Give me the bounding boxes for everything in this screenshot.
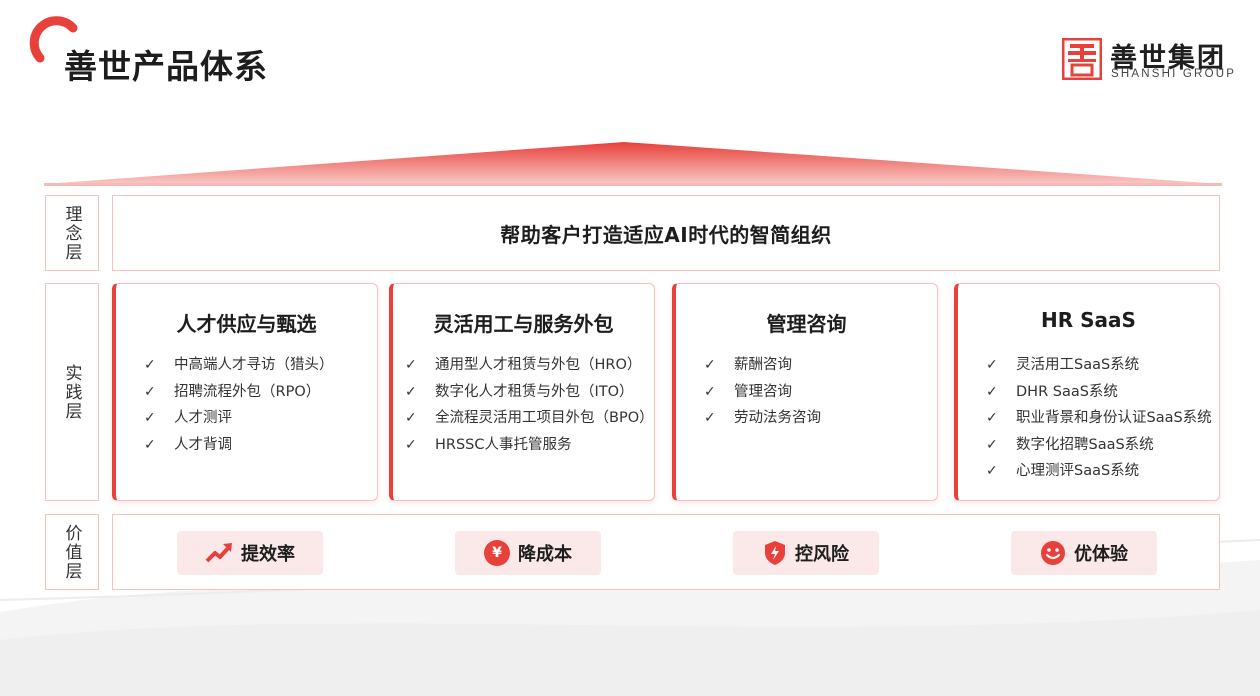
brand-logo: 善世集团 SHANSHI GROUP [1062, 38, 1242, 84]
concept-layer-label: 理念层 [45, 195, 99, 271]
card-list: ✓ 通用型人才租赁与外包（HRO） ✓ 数字化人才租赁与外包（ITO） ✓ 全流程灵活… [405, 352, 654, 458]
list-item-text: 心理测评SaaS系统 [1016, 463, 1140, 479]
card-flexible-staffing: 灵活用工与服务外包 ✓ 通用型人才租赁与外包（HRO） ✓ 数字化人才租赁与外包（I… [389, 283, 655, 501]
value-layer-label: 价值层 [45, 514, 99, 590]
list-item: ✓ 人才背调 [144, 432, 334, 459]
list-item-text: 通用型人才租赁与外包（HRO） [435, 357, 642, 373]
list-item: ✓ 人才测评 [144, 405, 334, 432]
check-icon: ✓ [704, 357, 716, 373]
concept-layer-text: 理念层 [61, 204, 82, 262]
card-title: 管理咨询 [766, 312, 847, 336]
value-cost: ¥ 降成本 [455, 531, 601, 575]
concept-text: 帮助客户打造适应AI时代的智简组织 [500, 222, 832, 247]
check-icon: ✓ [405, 383, 417, 400]
value-layer-text: 价值层 [61, 523, 82, 581]
trend-up-icon [205, 543, 232, 563]
practice-layer-label: 实践层 [45, 283, 99, 501]
list-item: ✓ 管理咨询 [704, 379, 821, 406]
list-item: ✓ 全流程灵活用工项目外包（BPO） [405, 405, 654, 432]
list-item-text: 数字化招聘SaaS系统 [1016, 436, 1154, 453]
check-icon: ✓ [986, 436, 998, 453]
roof-shape [44, 142, 1222, 186]
list-item: ✓ 招聘流程外包（RPO） [144, 379, 334, 406]
value-label: 降成本 [518, 544, 572, 565]
list-item: ✓ 中高端人才寻访（猎头） [144, 352, 334, 379]
value-label: 提效率 [241, 544, 295, 565]
shield-bolt-icon [765, 541, 785, 565]
practice-layer-text: 实践层 [61, 363, 82, 421]
card-title: 灵活用工与服务外包 [433, 312, 614, 336]
list-item-text: 中高端人才寻访（猎头） [174, 357, 334, 373]
card-list: ✓ 灵活用工SaaS系统 ✓ DHR SaaS系统 ✓ 职业背景和身份认证SaaS系统… [986, 352, 1212, 485]
check-icon: ✓ [986, 410, 998, 426]
list-item: ✓ 通用型人才租赁与外包（HRO） [405, 352, 654, 379]
brand-mark-icon [1062, 38, 1102, 80]
check-icon: ✓ [144, 410, 156, 426]
yen-icon: ¥ [484, 540, 510, 566]
value-efficiency: 提效率 [177, 531, 323, 575]
check-icon: ✓ [986, 357, 998, 373]
card-title: 人才供应与甄选 [176, 312, 317, 336]
card-list: ✓ 中高端人才寻访（猎头） ✓ 招聘流程外包（RPO） ✓ 人才测评 ✓ 人才背调 [144, 352, 334, 458]
list-item-text: 人才背调 [174, 436, 232, 453]
card-title: HR SaaS [1041, 308, 1136, 332]
list-item: ✓ HRSSC人事托管服务 [405, 432, 654, 459]
check-icon: ✓ [986, 463, 998, 479]
list-item-text: 劳动法务咨询 [734, 410, 821, 426]
list-item-text: 人才测评 [174, 410, 232, 426]
brand-subtitle: SHANSHI GROUP [1111, 68, 1237, 80]
list-item-text: HRSSC人事托管服务 [435, 436, 572, 453]
list-item: ✓ 数字化招聘SaaS系统 [986, 432, 1212, 459]
list-item: ✓ 职业背景和身份认证SaaS系统 [986, 405, 1212, 432]
list-item: ✓ 劳动法务咨询 [704, 405, 821, 432]
page-title: 善世产品体系 [64, 47, 268, 86]
list-item-text: 全流程灵活用工项目外包（BPO） [435, 410, 654, 426]
value-box: 提效率 ¥ 降成本 控风险 优体验 [112, 514, 1220, 590]
smile-icon [1041, 541, 1065, 565]
list-item-text: 职业背景和身份认证SaaS系统 [1016, 410, 1212, 426]
list-item-text: 招聘流程外包（RPO） [174, 383, 321, 400]
card-hr-saas: HR SaaS ✓ 灵活用工SaaS系统 ✓ DHR SaaS系统 ✓ 职业背景和身份… [954, 283, 1220, 501]
list-item-text: 灵活用工SaaS系统 [1016, 357, 1140, 373]
check-icon: ✓ [704, 383, 716, 400]
value-experience: 优体验 [1011, 531, 1157, 575]
list-item-text: DHR SaaS系统 [1016, 383, 1118, 400]
check-icon: ✓ [405, 410, 417, 426]
value-risk: 控风险 [733, 531, 879, 575]
list-item-text: 管理咨询 [734, 383, 792, 400]
check-icon: ✓ [986, 383, 998, 400]
check-icon: ✓ [405, 436, 417, 453]
list-item-text: 薪酬咨询 [734, 357, 792, 373]
card-management-consulting: 管理咨询 ✓ 薪酬咨询 ✓ 管理咨询 ✓ 劳动法务咨询 [672, 283, 938, 501]
concept-box: 帮助客户打造适应AI时代的智简组织 [112, 195, 1220, 271]
list-item-text: 数字化人才租赁与外包（ITO） [435, 383, 634, 400]
card-talent-supply: 人才供应与甄选 ✓ 中高端人才寻访（猎头） ✓ 招聘流程外包（RPO） ✓ 人才测评 … [112, 283, 378, 501]
check-icon: ✓ [144, 436, 156, 453]
value-label: 控风险 [795, 544, 849, 565]
check-icon: ✓ [144, 357, 156, 373]
list-item: ✓ 数字化人才租赁与外包（ITO） [405, 379, 654, 406]
list-item: ✓ 心理测评SaaS系统 [986, 458, 1212, 485]
check-icon: ✓ [144, 383, 156, 400]
list-item: ✓ 薪酬咨询 [704, 352, 821, 379]
value-label: 优体验 [1074, 544, 1128, 565]
check-icon: ✓ [704, 410, 716, 426]
check-icon: ✓ [405, 357, 417, 373]
list-item: ✓ 灵活用工SaaS系统 [986, 352, 1212, 379]
list-item: ✓ DHR SaaS系统 [986, 379, 1212, 406]
card-list: ✓ 薪酬咨询 ✓ 管理咨询 ✓ 劳动法务咨询 [704, 352, 821, 432]
